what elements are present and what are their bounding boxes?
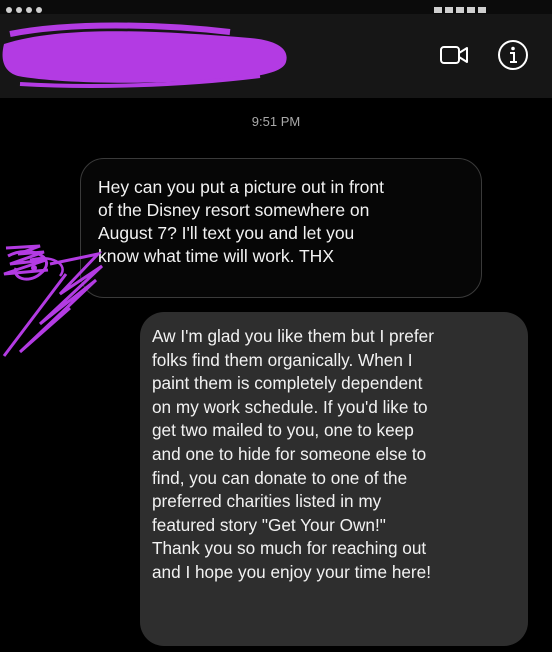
redacted-contact-name — [2, 22, 287, 88]
message-line: August 7? I'll text you and let you — [98, 223, 355, 243]
message-line: and I hope you enjoy your time here! — [152, 561, 431, 582]
status-indicators — [6, 0, 66, 13]
message-thread-screen: 9:51 PM Hey can you put a picture out in… — [0, 0, 552, 652]
message-line: on my work schedule. If you'd like to — [152, 396, 428, 417]
message-line: of the Disney resort somewhere on — [98, 200, 370, 220]
message-line: Hey can you put a picture out in front — [98, 177, 384, 197]
video-camera-icon — [440, 46, 468, 64]
message-line: folks find them organically. When I — [152, 349, 413, 370]
conversation-header — [0, 0, 552, 98]
message-line: paint them is completely dependent — [152, 373, 423, 394]
message-line: preferred charities listed in my — [152, 491, 382, 512]
message-line: find, you can donate to one of the — [152, 467, 408, 488]
message-line: and one to hide for someone else to — [152, 443, 427, 464]
status-bar — [0, 0, 552, 14]
message-line: Thank you so much for reaching out — [152, 538, 427, 559]
message-line: get two mailed to you, one to keep — [152, 420, 414, 441]
outgoing-message-bubble[interactable]: Aw I'm glad you like them but I prefer f… — [140, 312, 528, 646]
message-line: know what time will work. THX — [98, 246, 334, 266]
message-line: featured story "Get Your Own!" — [152, 514, 386, 535]
video-call-icon[interactable] — [437, 38, 471, 72]
message-line: Aw I'm glad you like them but I prefer — [152, 326, 434, 346]
info-icon[interactable] — [496, 38, 530, 72]
info-circle-icon — [498, 40, 528, 70]
signal-indicators — [434, 0, 504, 13]
message-timestamp: 9:51 PM — [251, 114, 301, 129]
incoming-message-bubble[interactable]: Hey can you put a picture out in front o… — [80, 158, 482, 298]
